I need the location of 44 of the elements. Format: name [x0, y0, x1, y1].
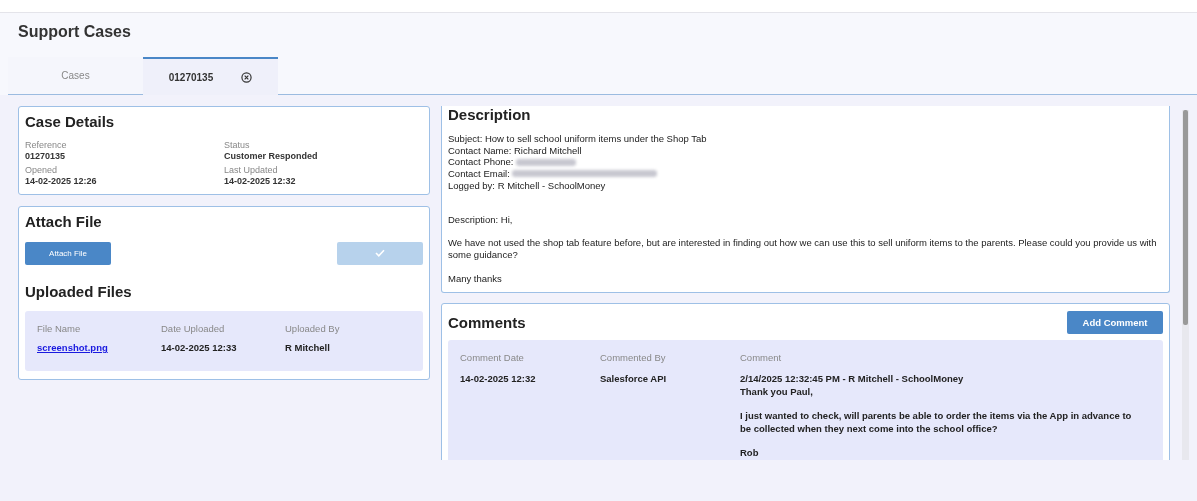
description-line: Logged by: R Mitchell - SchoolMoney	[448, 179, 606, 192]
field-value: 14-02-2025 12:26	[25, 176, 98, 186]
page-title: Support Cases	[17, 22, 131, 42]
description-line: Contact Email:	[448, 168, 510, 180]
comment-text: Thank you Paul,	[740, 385, 814, 399]
column-header: Uploaded By	[285, 323, 341, 334]
field-label: Reference	[25, 140, 68, 150]
column-header: Commented By	[600, 352, 667, 364]
description-text: We have not used the shop tab feature before, but are interested in finding out how we can use this to sell uniform items to the parents. Please could you provide us with some guidance?	[448, 237, 1158, 261]
table-cell-text: Salesforce API	[600, 373, 668, 387]
table-cell-text: 14-02-2025 12:32	[460, 373, 537, 387]
scrollbar-thumb[interactable]	[1183, 110, 1188, 325]
description-text: Description: Hi,	[448, 213, 514, 226]
close-icon[interactable]	[241, 71, 253, 83]
table-cell-text: 14-02-2025 12:33	[161, 342, 238, 353]
description-line: Contact Phone:	[448, 156, 514, 169]
field-value: 01270135	[25, 151, 67, 161]
column-header: Comment	[740, 352, 783, 364]
card-title: Attach File	[25, 213, 103, 230]
attach-file-button[interactable]: Attach File	[25, 242, 111, 265]
section-title: Uploaded Files	[25, 283, 133, 300]
field-label: Last Updated	[224, 165, 279, 175]
description-line: Subject: How to sell school uniform items under the Shop Tab	[448, 133, 707, 145]
scrollbar[interactable]	[1182, 110, 1189, 460]
card-title: Comments	[448, 314, 526, 332]
field-value: 14-02-2025 12:32	[224, 176, 297, 186]
tab[interactable]: 01270135	[143, 57, 278, 95]
field-label: Opened	[25, 165, 59, 175]
card-title: Case Details	[25, 113, 116, 130]
comment-text: 2/14/2025 12:32:45 PM - R Mitchell - SchoolMoney	[740, 373, 965, 386]
description-text: Many thanks	[448, 272, 503, 285]
field-label: Status	[224, 140, 251, 150]
column-header: File Name	[37, 323, 82, 334]
add-comment-button[interactable]: Add Comment	[1067, 311, 1163, 335]
comment-text: I just wanted to check, will parents be able to order the items via the App in advance to be collected when they next come into the school office?	[740, 410, 1133, 436]
table-cell-text: R Mitchell	[285, 342, 331, 353]
description-line: Contact Name: Richard Mitchell	[448, 144, 582, 157]
column-header: Date Uploaded	[161, 323, 226, 334]
field-value: Customer Responded	[224, 151, 319, 161]
check-icon	[375, 248, 385, 257]
column-header: Comment Date	[460, 352, 525, 364]
comment-text: Rob	[740, 447, 760, 460]
card-title: Description	[448, 106, 532, 123]
file-link[interactable]: screenshot.png	[37, 342, 108, 353]
